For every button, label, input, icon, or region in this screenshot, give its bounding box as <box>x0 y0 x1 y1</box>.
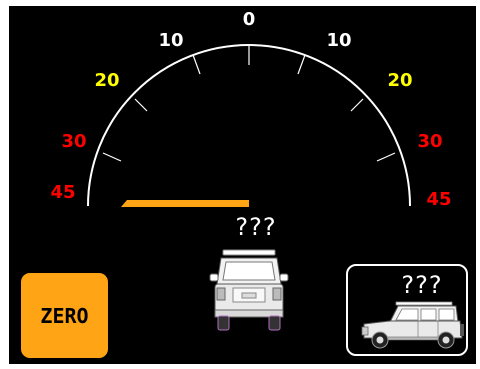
zero-button[interactable]: ZERO <box>21 273 108 358</box>
scale-label-right-10: 10 <box>326 30 351 51</box>
side-view-panel: ??? <box>346 264 468 356</box>
scale-label-left-30: 30 <box>61 131 86 152</box>
gauge-tick <box>376 152 396 162</box>
scale-label-right-20: 20 <box>387 70 412 91</box>
gauge-tick <box>134 98 148 112</box>
scale-label-left-10: 10 <box>158 30 183 51</box>
scale-label-right-45: 45 <box>426 189 451 210</box>
gauge-tick <box>297 54 306 75</box>
gauge-arc <box>87 44 411 207</box>
scale-label-right-30: 30 <box>417 131 442 152</box>
gauge-ticks <box>102 45 396 162</box>
gauge-tick <box>192 54 201 75</box>
scale-label-center-0: 0 <box>243 9 256 30</box>
suv-rear-icon <box>209 249 289 331</box>
front-angle-readout: ??? <box>235 213 277 241</box>
scale-label-left-45: 45 <box>50 182 75 203</box>
gauge-tick <box>350 98 364 112</box>
scale-label-left-20: 20 <box>94 70 119 91</box>
gauge-tick <box>102 152 122 162</box>
zero-button-label: ZERO <box>40 303 89 328</box>
level-indicator-bar <box>121 200 249 207</box>
side-angle-readout: ??? <box>401 271 443 299</box>
inclinometer-screen: 45 30 20 10 0 10 20 30 45 ??? ZERO ??? <box>9 6 476 364</box>
suv-side-icon <box>361 301 464 349</box>
